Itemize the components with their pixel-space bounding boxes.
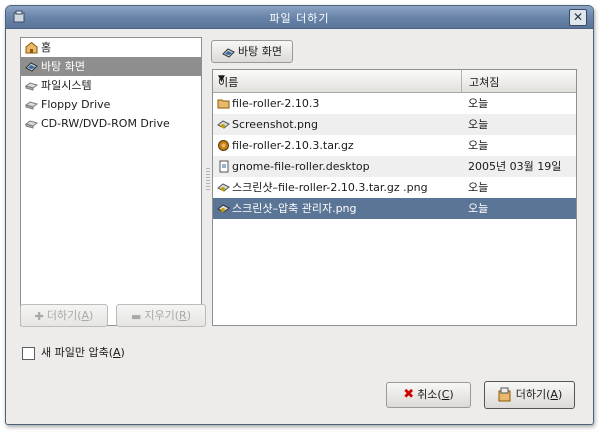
- place-label: CD-RW/DVD-ROM Drive: [41, 117, 170, 130]
- column-header-name[interactable]: 이름 ▼: [213, 70, 462, 92]
- folder-icon: [217, 99, 230, 109]
- add-files-dialog: 파일 더하기 ✕ 홈 바탕 화면 파일시스템 Floppy Drive CD-R…: [5, 5, 594, 425]
- place-item-cdrom[interactable]: CD-RW/DVD-ROM Drive: [21, 114, 201, 133]
- file-row[interactable]: file-roller-2.10.3 오늘: [213, 93, 576, 114]
- places-sidebar: 홈 바탕 화면 파일시스템 Floppy Drive CD-RW/DVD-ROM…: [20, 37, 202, 326]
- close-icon: ✕: [572, 10, 584, 24]
- desktop-icon: [25, 62, 38, 72]
- file-row[interactable]: gnome-file-roller.desktop 2005년 03월 19일: [213, 156, 576, 177]
- plus-icon: ✚: [34, 309, 44, 323]
- harddisk-icon: [25, 82, 38, 91]
- minus-icon: ▬: [130, 309, 142, 323]
- image-file-icon: [217, 204, 230, 213]
- floppy-drive-icon: [25, 101, 38, 110]
- place-label: Floppy Drive: [41, 98, 111, 111]
- place-label: 홈: [41, 41, 52, 54]
- column-header-modified[interactable]: 고쳐짐: [462, 70, 576, 92]
- place-label: 바탕 화면: [41, 60, 85, 73]
- file-row[interactable]: Screenshot.png 오늘: [213, 114, 576, 135]
- desktop-icon: [222, 47, 235, 58]
- remove-place-button[interactable]: ▬ 지우기(R): [116, 304, 206, 327]
- file-list: 이름 ▼ 고쳐짐 file-roller-2.10.3 오늘 Screensho…: [212, 69, 577, 326]
- add-button[interactable]: 더하기(A): [484, 381, 575, 409]
- close-button[interactable]: ✕: [569, 9, 587, 26]
- add-place-button[interactable]: ✚ 더하기(A): [20, 304, 108, 327]
- place-item-floppy[interactable]: Floppy Drive: [21, 95, 201, 114]
- cancel-icon: ✖: [403, 387, 415, 402]
- only-new-files-label: 새 파일만 압축(A): [41, 346, 125, 359]
- add-to-archive-icon: [498, 387, 511, 402]
- place-item-desktop[interactable]: 바탕 화면: [21, 57, 201, 76]
- file-row[interactable]: file-roller-2.10.3.tar.gz 오늘: [213, 135, 576, 156]
- path-bar-desktop-button[interactable]: 바탕 화면: [211, 40, 293, 63]
- sort-descending-icon: ▼: [218, 74, 225, 84]
- file-row[interactable]: 스크린샷–file-roller-2.10.3.tar.gz .png 오늘: [213, 177, 576, 198]
- cdrom-drive-icon: [25, 120, 38, 129]
- place-label: 파일시스템: [41, 79, 92, 92]
- image-file-icon: [217, 183, 230, 192]
- cancel-button[interactable]: ✖ 취소(C): [386, 382, 471, 408]
- window-title: 파일 더하기: [269, 12, 330, 25]
- home-folder-icon: [25, 41, 38, 54]
- desktop-file-icon: [219, 160, 229, 173]
- pane-resize-handle[interactable]: [206, 168, 210, 190]
- place-item-filesystem[interactable]: 파일시스템: [21, 76, 201, 95]
- image-file-icon: [217, 120, 230, 129]
- archive-file-icon: [218, 140, 229, 151]
- place-item-home[interactable]: 홈: [21, 38, 201, 57]
- file-list-header: 이름 ▼ 고쳐짐: [213, 70, 576, 93]
- title-bar[interactable]: 파일 더하기 ✕: [6, 6, 593, 29]
- file-row-selected[interactable]: 스크린샷–압축 관리자.png 오늘: [213, 198, 576, 219]
- only-new-files-checkbox[interactable]: [22, 347, 35, 360]
